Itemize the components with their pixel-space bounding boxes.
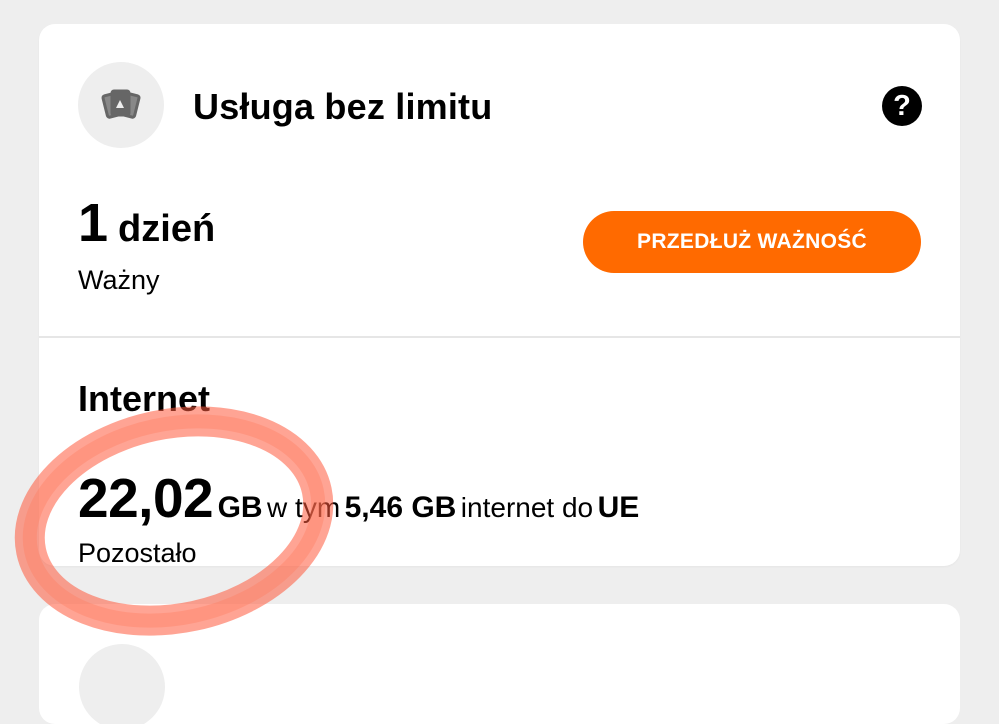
- extend-validity-button[interactable]: PRZEDŁUŻ WAŻNOŚĆ: [583, 211, 921, 273]
- eu-amount: 5,46 GB: [344, 491, 457, 524]
- help-icon[interactable]: ?: [882, 86, 922, 126]
- cards-icon: [101, 89, 141, 119]
- divider: [39, 336, 960, 338]
- next-card-icon-circle: [79, 644, 165, 724]
- service-card: Usługa bez limitu ? 1 dzień Ważny PRZEDŁU…: [39, 24, 960, 566]
- including-text: w tym: [267, 492, 341, 523]
- validity-period: 1 dzień: [78, 192, 215, 254]
- service-icon-circle: [78, 62, 164, 148]
- internet-usage: 22,02 GB w tym 5,46 GB internet do UE: [78, 466, 639, 530]
- next-card: [39, 604, 960, 724]
- service-title: Usługa bez limitu: [193, 86, 493, 127]
- eu-text: internet do: [460, 492, 594, 523]
- internet-amount: 22,02: [78, 467, 214, 529]
- validity-label: Ważny: [78, 265, 160, 295]
- eu-label: UE: [597, 491, 640, 524]
- validity-value: 1: [78, 193, 109, 253]
- validity-unit: dzień: [118, 208, 216, 250]
- remaining-label: Pozostało: [78, 538, 197, 566]
- internet-unit: GB: [217, 491, 263, 524]
- internet-title: Internet: [78, 378, 211, 419]
